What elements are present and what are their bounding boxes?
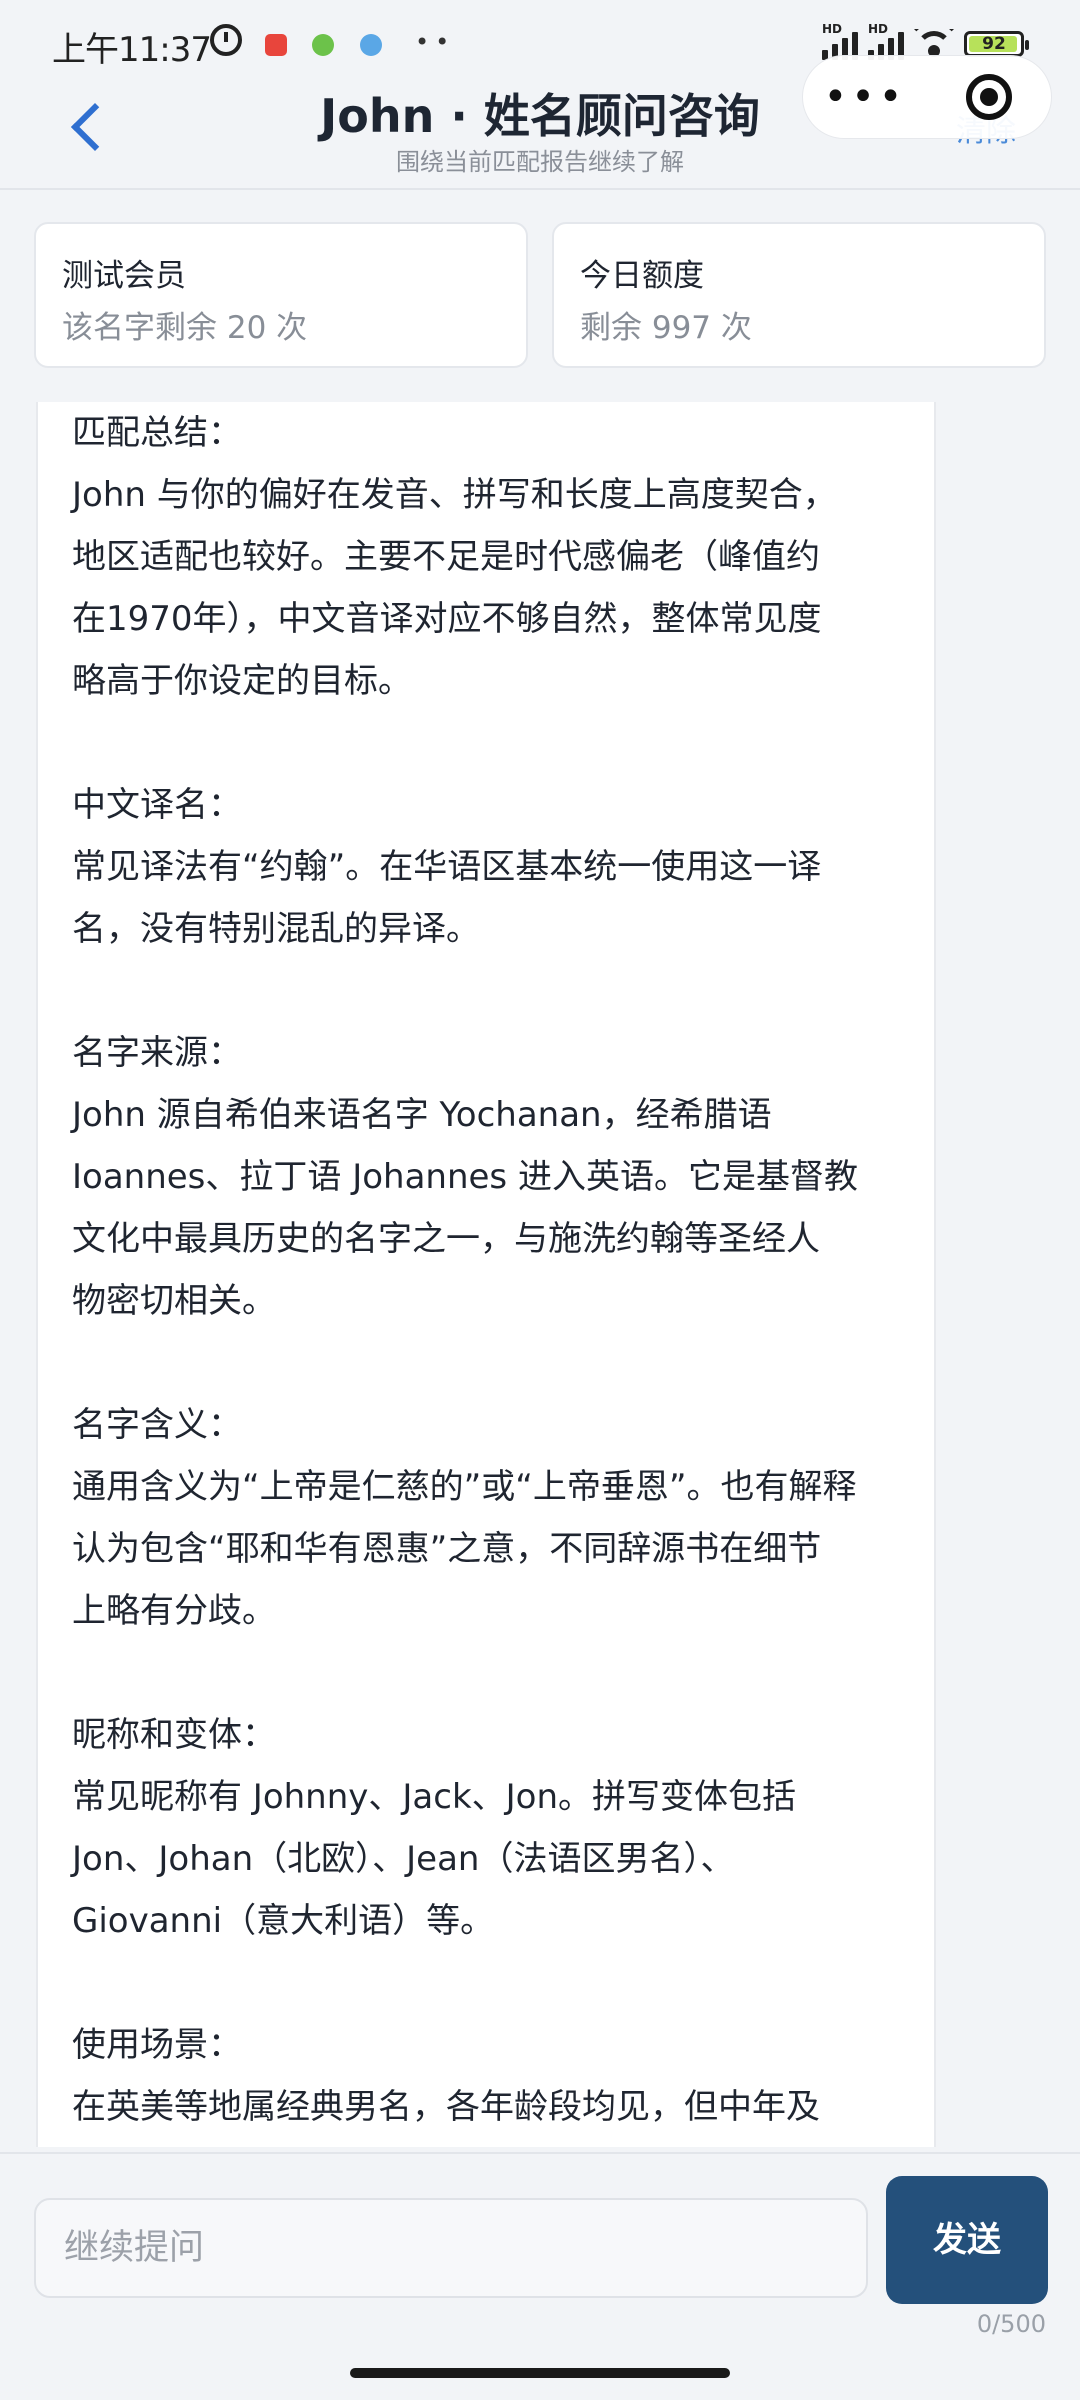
more-notifications-icon: •• [415, 28, 456, 56]
char-counter: 0/500 [976, 2310, 1046, 2338]
close-miniprogram-button[interactable] [927, 74, 1051, 120]
section-heading: 使用场景： [72, 2025, 242, 2065]
section-line: 地区适配也较好。主要不足是时代感偏老（峰值约 [72, 537, 820, 577]
section-usage: 使用场景： 在英美等地属经典男名，各年龄段均见，但中年及 [72, 2014, 912, 2138]
section-line: 略高于你设定的目标。 [72, 661, 412, 701]
section-heading: 匹配总结： [72, 413, 242, 453]
target-icon [966, 74, 1012, 120]
section-heading: 中文译名： [72, 785, 242, 825]
assistant-message: 匹配总结： John 与你的偏好在发音、拼写和长度上高度契合， 地区适配也较好。… [36, 402, 936, 2147]
section-line: 通用含义为“上帝是仁慈的”或“上帝垂恩”。也有解释 [72, 1467, 857, 1507]
miniprogram-capsule: ••• [802, 55, 1052, 139]
section-line: Giovanni（意大利语）等。 [72, 1901, 495, 1941]
message-content: 匹配总结： John 与你的偏好在发音、拼写和长度上高度契合， 地区适配也较好。… [72, 402, 912, 2147]
member-card-value: 该名字剩余 20 次 [62, 310, 308, 346]
section-line: 认为包含“耶和华有恩惠”之意，不同辞源书在细节 [72, 1529, 822, 1569]
news-app-icon [265, 34, 287, 56]
question-input[interactable]: 继续提问 [34, 2198, 868, 2298]
section-match-summary: 匹配总结： John 与你的偏好在发音、拼写和长度上高度契合， 地区适配也较好。… [72, 402, 912, 712]
battery-icon: 92 [964, 31, 1029, 57]
section-heading: 昵称和变体： [72, 1715, 276, 1755]
section-line: 文化中最具历史的名字之一，与施洗约翰等圣经人 [72, 1219, 820, 1259]
section-line: 上略有分歧。 [72, 1591, 276, 1631]
send-button[interactable]: 发送 [886, 2176, 1048, 2304]
section-heading: 名字含义： [72, 1405, 242, 1445]
status-time: 上午11:37 [52, 30, 212, 70]
member-card-title: 测试会员 [62, 258, 186, 294]
section-origin: 名字来源： John 源自希伯来语名字 Yochanan，经希腊语 Ioanne… [72, 1022, 912, 1332]
section-line: 名，没有特别混乱的异译。 [72, 909, 480, 949]
home-indicator[interactable] [350, 2368, 730, 2378]
section-meaning: 名字含义： 通用含义为“上帝是仁慈的”或“上帝垂恩”。也有解释 认为包含“耶和华… [72, 1394, 912, 1642]
wechat-app-icon [312, 34, 334, 56]
section-line: Ioannes、拉丁语 Johannes 进入英语。它是基督教 [72, 1157, 858, 1197]
section-line: John 与你的偏好在发音、拼写和长度上高度契合， [72, 475, 837, 515]
alarm-icon [210, 24, 242, 56]
section-line: 常见昵称有 Johnny、Jack、Jon。拼写变体包括 [72, 1777, 797, 1817]
member-card: 测试会员 该名字剩余 20 次 [34, 222, 528, 368]
composer-bar: 继续提问 发送 0/500 [0, 2152, 1080, 2370]
quota-card-value: 剩余 997 次 [580, 310, 752, 346]
quota-card: 今日额度 剩余 997 次 [552, 222, 1046, 368]
quota-card-title: 今日额度 [580, 258, 704, 294]
section-line: John 源自希伯来语名字 Yochanan，经希腊语 [72, 1095, 772, 1135]
section-line: 在英美等地属经典男名，各年龄段均见，但中年及 [72, 2087, 820, 2127]
more-dots-icon[interactable]: ••• [803, 77, 927, 117]
section-chinese-name: 中文译名： 常见译法有“约翰”。在华语区基本统一使用这一译 名，没有特别混乱的异… [72, 774, 912, 960]
section-line: Jon、Johan（北欧）、Jean（法语区男名）、 [72, 1839, 735, 1879]
section-line: 在1970年），中文音译对应不够自然，整体常见度 [72, 599, 822, 639]
section-line: 常见译法有“约翰”。在华语区基本统一使用这一译 [72, 847, 822, 887]
section-line: 物密切相关。 [72, 1281, 276, 1321]
section-nicknames: 昵称和变体： 常见昵称有 Johnny、Jack、Jon。拼写变体包括 Jon、… [72, 1704, 912, 1952]
section-heading: 名字来源： [72, 1033, 242, 1073]
browser-app-icon [360, 34, 382, 56]
page-subtitle: 围绕当前匹配报告继续了解 [396, 148, 684, 176]
